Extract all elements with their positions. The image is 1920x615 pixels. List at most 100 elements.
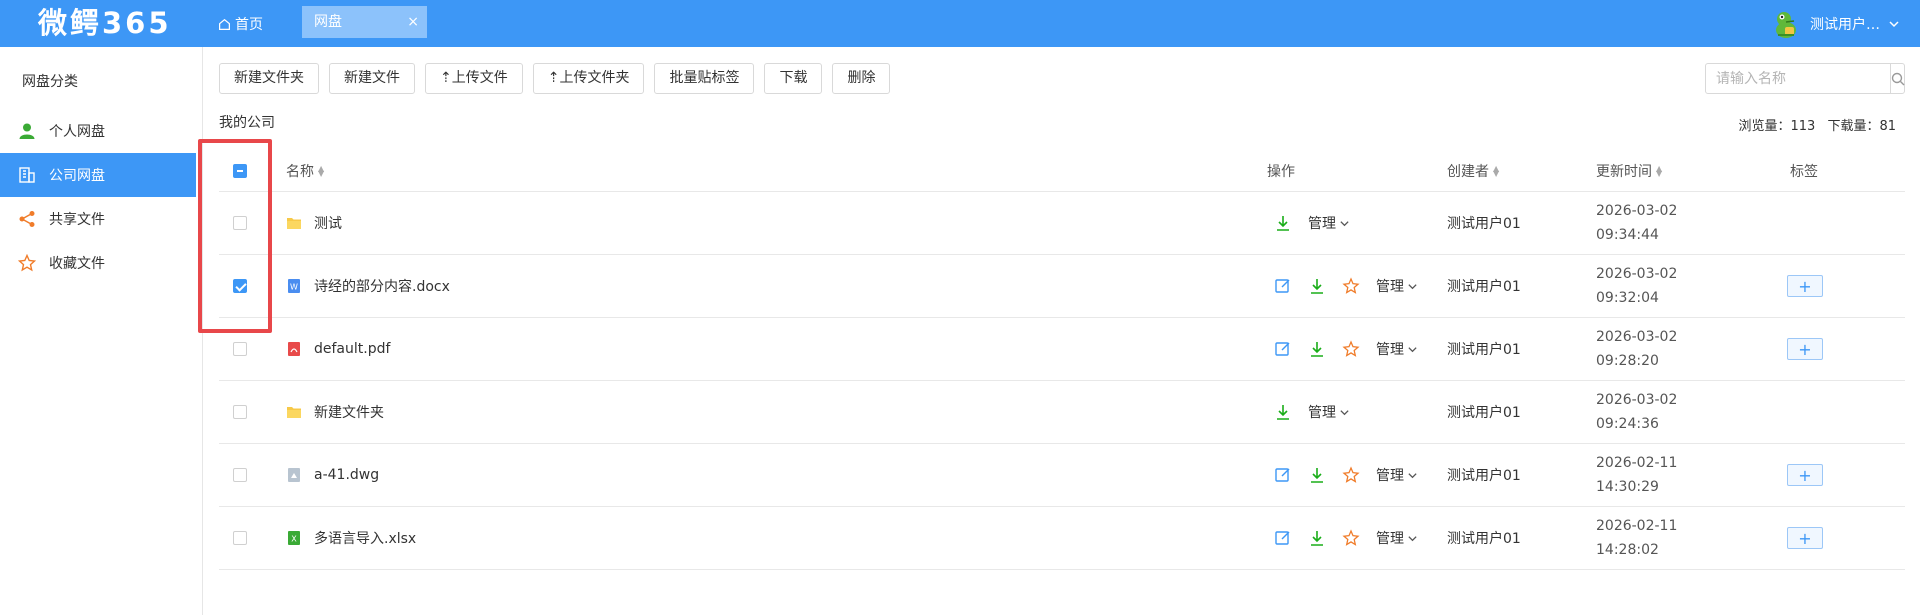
download-icon[interactable]: [1308, 340, 1326, 358]
edit-icon[interactable]: [1274, 466, 1292, 484]
table-row[interactable]: W 诗经的部分内容.docx 管理 测试用户01 2026-03-02 09:3…: [219, 255, 1905, 318]
table-body: 测试 管理 测试用户01 2026-03-02 09:34:44 W 诗经的部分…: [219, 192, 1905, 570]
file-name[interactable]: 测试: [314, 213, 342, 233]
download-icon[interactable]: [1308, 529, 1326, 547]
updated-cell: 2026-03-02 09:28:20: [1596, 318, 1677, 380]
updated-date: 2026-03-02: [1596, 329, 1678, 345]
home-nav-link[interactable]: 首页: [218, 12, 263, 36]
row-checkbox[interactable]: [233, 531, 247, 545]
app-logo: 微鳄365: [38, 6, 172, 40]
upload-icon: ⇡: [547, 70, 560, 86]
header-creator[interactable]: 创建者 ▲ ▼: [1447, 150, 1499, 191]
favorite-star-icon[interactable]: [1342, 277, 1360, 295]
user-menu[interactable]: 测试用户…: [1770, 8, 1900, 40]
row-checkbox[interactable]: [233, 279, 247, 293]
delete-button[interactable]: 删除: [832, 63, 891, 94]
row-checkbox-cell: [233, 507, 247, 569]
manage-dropdown[interactable]: 管理: [1376, 528, 1418, 548]
updated-cell: 2026-02-11 14:30:29: [1596, 444, 1677, 506]
add-tag-button[interactable]: +: [1787, 275, 1823, 297]
header-creator-label: 创建者: [1447, 163, 1489, 180]
manage-dropdown[interactable]: 管理: [1376, 339, 1418, 359]
tags-cell: +: [1787, 444, 1823, 506]
row-checkbox-cell: [233, 192, 247, 254]
file-name[interactable]: default.pdf: [314, 341, 390, 357]
edit-icon[interactable]: [1274, 340, 1292, 358]
chevron-down-icon: [1408, 535, 1417, 541]
row-checkbox[interactable]: [233, 405, 247, 419]
file-name[interactable]: a-41.dwg: [314, 467, 379, 483]
search-icon: [1891, 72, 1905, 85]
edit-icon[interactable]: [1274, 277, 1292, 295]
download-button[interactable]: 下载: [764, 63, 823, 94]
sidebar-item-personal-disk[interactable]: 个人网盘: [0, 109, 196, 153]
sidebar-item-favorites[interactable]: 收藏文件: [0, 241, 196, 285]
file-name[interactable]: 新建文件夹: [314, 402, 384, 422]
creator-cell: 测试用户01: [1447, 279, 1521, 295]
upload-folder-button[interactable]: ⇡上传文件夹: [532, 63, 645, 94]
sidebar-item-company-disk[interactable]: 公司网盘: [0, 153, 196, 197]
add-tag-button[interactable]: +: [1787, 464, 1823, 486]
edit-icon[interactable]: [1274, 529, 1292, 547]
file-name[interactable]: 多语言导入.xlsx: [314, 528, 416, 548]
manage-dropdown[interactable]: 管理: [1376, 465, 1418, 485]
table-row[interactable]: 测试 管理 测试用户01 2026-03-02 09:34:44: [219, 192, 1905, 255]
file-name-cell: default.pdf: [286, 318, 390, 380]
download-icon[interactable]: [1308, 277, 1326, 295]
updated-date: 2026-02-11: [1596, 455, 1678, 471]
tab-netdisk[interactable]: 网盘 ×: [302, 6, 427, 38]
chevron-down-icon: [1889, 21, 1899, 28]
header-updated[interactable]: 更新时间 ▲ ▼: [1596, 150, 1662, 191]
sort-icon: ▲ ▼: [1656, 163, 1663, 178]
new-file-button[interactable]: 新建文件: [329, 63, 415, 94]
sidebar: 网盘分类 个人网盘 公司网盘 共享文件 收藏文件: [0, 47, 203, 615]
table-row[interactable]: X 多语言导入.xlsx 管理 测试用户01 2026-02-11 14:28:…: [219, 507, 1905, 570]
add-tag-button[interactable]: +: [1787, 338, 1823, 360]
batch-tag-button[interactable]: 批量贴标签: [654, 63, 755, 94]
folder-icon: [287, 218, 301, 229]
search-box: [1705, 63, 1905, 94]
manage-dropdown[interactable]: 管理: [1308, 402, 1350, 422]
search-button[interactable]: [1890, 64, 1905, 93]
new-folder-button[interactable]: 新建文件夹: [219, 63, 319, 94]
table-row[interactable]: a-41.dwg 管理 测试用户01 2026-02-11 14:30:29 +: [219, 444, 1905, 507]
favorite-star-icon[interactable]: [1342, 529, 1360, 547]
upload-file-button[interactable]: ⇡上传文件: [425, 63, 523, 94]
file-name[interactable]: 诗经的部分内容.docx: [314, 276, 450, 296]
svg-text:W: W: [290, 283, 298, 292]
add-tag-button[interactable]: +: [1787, 527, 1823, 549]
table-row[interactable]: 新建文件夹 管理 测试用户01 2026-03-02 09:24:36: [219, 381, 1905, 444]
creator-cell: 测试用户01: [1447, 531, 1521, 547]
creator-cell: 测试用户01: [1447, 468, 1521, 484]
manage-label: 管理: [1376, 468, 1404, 484]
pdf-file-icon: [288, 342, 300, 356]
select-all-cell: [233, 150, 247, 191]
star-icon: [18, 254, 36, 272]
header-name[interactable]: 名称 ▲ ▼: [286, 150, 324, 191]
ops-cell: 管理: [1274, 255, 1418, 317]
chevron-down-icon: [1340, 220, 1349, 226]
download-icon[interactable]: [1274, 214, 1292, 232]
manage-dropdown[interactable]: 管理: [1376, 276, 1418, 296]
table-row[interactable]: default.pdf 管理 测试用户01 2026-03-02 09:28:2…: [219, 318, 1905, 381]
updated-date: 2026-02-11: [1596, 518, 1678, 534]
header-updated-label: 更新时间: [1596, 163, 1652, 180]
download-icon[interactable]: [1274, 403, 1292, 421]
row-checkbox[interactable]: [233, 468, 247, 482]
row-checkbox[interactable]: [233, 216, 247, 230]
favorite-star-icon[interactable]: [1342, 466, 1360, 484]
file-name-cell: 新建文件夹: [286, 381, 384, 443]
upload-folder-label: 上传文件夹: [559, 70, 630, 86]
download-icon[interactable]: [1308, 466, 1326, 484]
select-all-checkbox[interactable]: [233, 163, 247, 178]
row-checkbox[interactable]: [233, 342, 247, 356]
breadcrumb[interactable]: 我的公司: [219, 112, 275, 132]
sidebar-item-shared-files[interactable]: 共享文件: [0, 197, 196, 241]
folder-icon: [287, 407, 301, 418]
excel-file-icon: X: [288, 531, 300, 545]
search-input[interactable]: [1706, 64, 1890, 93]
favorite-star-icon[interactable]: [1342, 340, 1360, 358]
manage-dropdown[interactable]: 管理: [1308, 213, 1350, 233]
updated-date: 2026-03-02: [1596, 392, 1678, 408]
close-icon[interactable]: ×: [407, 6, 419, 38]
